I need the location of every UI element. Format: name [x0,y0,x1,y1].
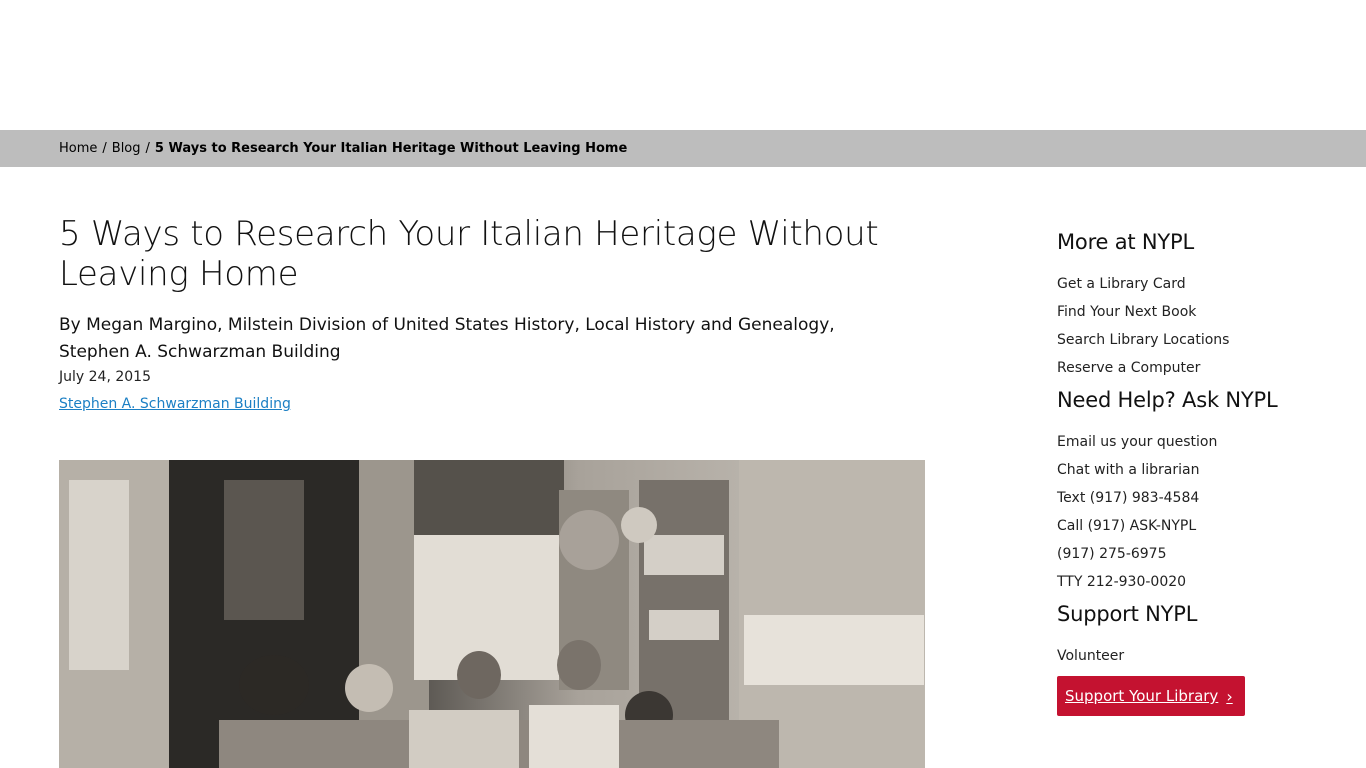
support-section: Support NYPL Volunteer Support Your Libr… [1057,602,1337,716]
support-heading: Support NYPL [1057,602,1198,626]
find-next-book-link[interactable]: Find Your Next Book [1057,304,1196,320]
text-number-link[interactable]: Text (917) 983-4584 [1057,490,1199,506]
help-heading: Need Help? Ask NYPL [1057,388,1278,412]
call-ask-nypl-link[interactable]: Call (917) ASK-NYPL [1057,518,1196,534]
article-main: 5 Ways to Research Your Italian Heritage… [59,214,929,412]
volunteer-link[interactable]: Volunteer [1057,648,1124,664]
reserve-computer-link[interactable]: Reserve a Computer [1057,360,1200,376]
support-button-label: Support Your Library [1065,687,1219,705]
phone-number-link[interactable]: (917) 275-6975 [1057,546,1167,562]
more-heading: More at NYPL [1057,230,1195,254]
chat-librarian-link[interactable]: Chat with a librarian [1057,462,1199,478]
chevron-right-icon: › [1226,686,1233,706]
article-byline: By Megan Margino, Milstein Division of U… [59,315,835,362]
breadcrumb-home-link[interactable]: Home [59,141,97,156]
help-links: Email us your question Chat with a libra… [1057,428,1337,596]
location-link[interactable]: Stephen A. Schwarzman Building [59,396,291,412]
tty-number-link[interactable]: TTY 212-930-0020 [1057,574,1186,590]
page-title: 5 Ways to Research Your Italian Heritage… [59,214,879,294]
article-photo [59,460,925,768]
more-links: Get a Library Card Find Your Next Book S… [1057,270,1337,382]
email-question-link[interactable]: Email us your question [1057,434,1217,450]
breadcrumb: Home / Blog / 5 Ways to Research Your It… [0,130,1366,167]
support-library-button[interactable]: Support Your Library › [1057,676,1245,716]
breadcrumb-blog-link[interactable]: Blog [112,141,141,156]
more-section: More at NYPL Get a Library Card Find You… [1057,230,1337,382]
breadcrumb-separator: / [145,141,150,156]
get-library-card-link[interactable]: Get a Library Card [1057,276,1186,292]
support-links: Volunteer [1057,642,1337,670]
breadcrumb-separator: / [102,141,107,156]
breadcrumb-current: 5 Ways to Research Your Italian Heritage… [154,141,628,156]
header-area [0,0,1366,130]
article-date: July 24, 2015 [59,369,151,385]
help-section: Need Help? Ask NYPL Email us your questi… [1057,388,1337,596]
search-locations-link[interactable]: Search Library Locations [1057,332,1229,348]
sidebar: More at NYPL Get a Library Card Find You… [1057,230,1337,720]
